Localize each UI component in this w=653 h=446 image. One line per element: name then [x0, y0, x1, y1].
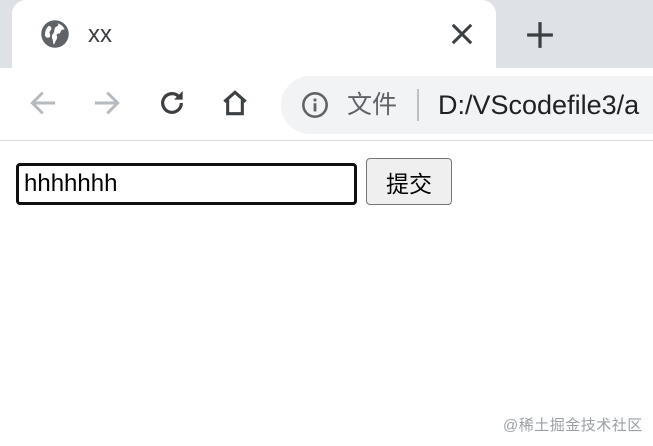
plus-icon[interactable] — [525, 20, 555, 50]
text-input[interactable] — [16, 163, 357, 205]
toolbar: 文件 D:/VScodefile3/a — [0, 68, 653, 140]
address-bar[interactable]: 文件 D:/VScodefile3/a — [281, 76, 653, 134]
watermark: @稀土掘金技术社区 — [503, 417, 643, 434]
tab-title: xx — [88, 21, 112, 48]
omnibox-divider — [417, 89, 419, 121]
content-divider — [0, 140, 653, 141]
arrow-left-icon[interactable] — [27, 87, 59, 119]
tab-strip: xx — [0, 0, 653, 68]
globe-icon — [41, 20, 69, 48]
tab-active[interactable]: xx — [12, 0, 496, 68]
browser-window: xx 文件 D:/VScodefile3/a hhhhhhh 提交 @稀土掘金技… — [0, 0, 653, 446]
url-text[interactable]: D:/VScodefile3/a — [438, 88, 639, 122]
arrow-right-icon[interactable] — [91, 87, 123, 119]
scheme-label: 文件 — [347, 91, 398, 119]
reload-icon[interactable] — [156, 87, 188, 119]
home-icon[interactable] — [219, 87, 251, 119]
submit-button[interactable]: 提交 — [366, 158, 452, 205]
info-icon[interactable] — [301, 91, 329, 119]
close-icon[interactable] — [448, 20, 476, 48]
